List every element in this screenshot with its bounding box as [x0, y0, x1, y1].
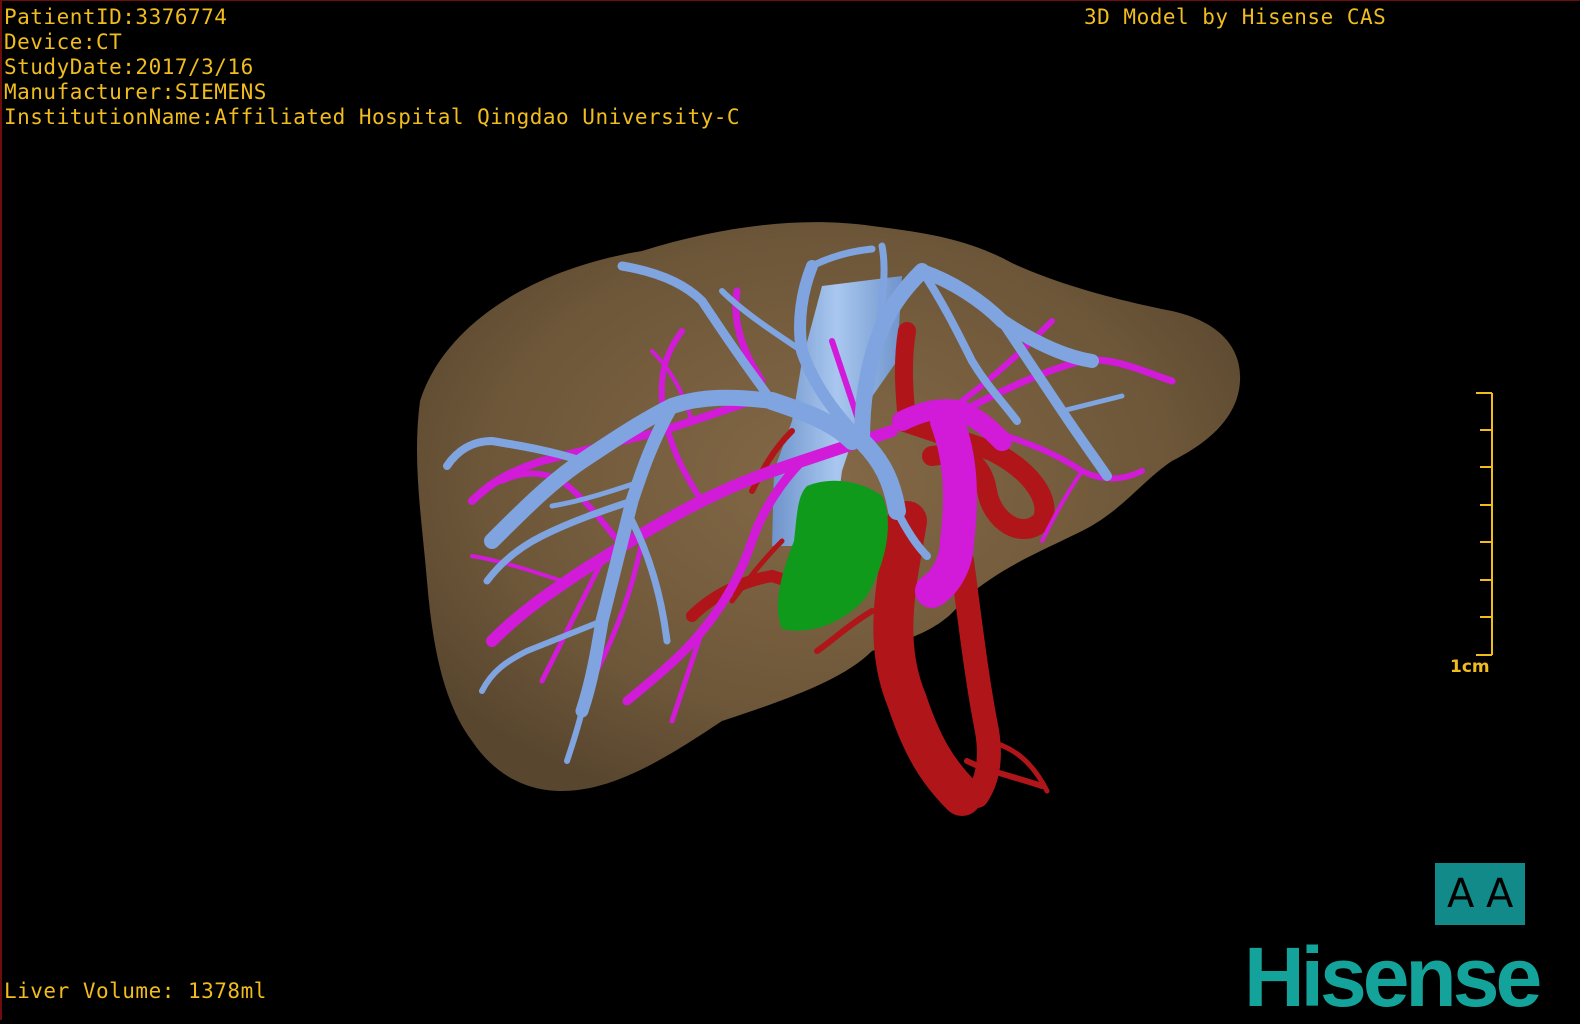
3d-viewport[interactable]: PatientID:3376774 Device:CT StudyDate:20…	[0, 0, 1580, 1020]
manufacturer: Manufacturer:SIEMENS	[4, 80, 267, 104]
orientation-cube-icon[interactable]: A A	[1435, 863, 1525, 925]
scale-label: 1cm	[1450, 657, 1490, 677]
orientation-right-label: A	[1486, 871, 1514, 917]
study-date: StudyDate:2017/3/16	[4, 55, 254, 79]
scale-bar	[1476, 392, 1493, 656]
hisense-logo: Hisense	[1244, 930, 1542, 1024]
model-title: 3D Model by Hisense CAS	[1084, 5, 1387, 29]
liver-3d-model[interactable]	[2, 1, 1580, 1021]
institution-name: InstitutionName:Affiliated Hospital Qing…	[4, 105, 741, 129]
patient-id: PatientID:3376774	[4, 5, 228, 29]
device: Device:CT	[4, 30, 123, 54]
orientation-left-label: A	[1446, 871, 1474, 917]
liver-volume: Liver Volume: 1378ml	[4, 979, 267, 1003]
